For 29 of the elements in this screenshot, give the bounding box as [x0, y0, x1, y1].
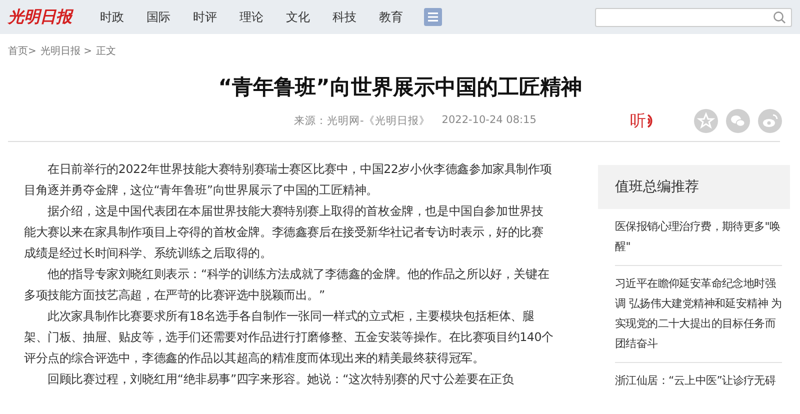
- news-link[interactable]: 浙江仙居：“云上中医”让诊疗无碍: [615, 363, 782, 399]
- breadcrumb-link[interactable]: 光明日报 >: [40, 44, 92, 58]
- article-title: “青年鲁班”向世界展示中国的工匠精神: [217, 74, 583, 101]
- article-paragraph: 在日前举行的2022年世界技能大赛特别赛瑞士赛区比赛中，中国22岁小伙李德鑫参加家具制作项目角逐并勇夺金牌，这位“青年鲁班”向世界展示了中国的工匠精神。: [24, 161, 553, 199]
- nav-link[interactable]: 理论: [240, 8, 286, 26]
- nav-link[interactable]: 教育: [379, 8, 426, 26]
- breadcrumb-link[interactable]: 正文: [96, 44, 116, 58]
- nav-link[interactable]: 时评: [193, 8, 240, 26]
- article-paragraph: 据介绍，这是中国代表团在本届世界技能大赛特别赛上取得的首枚金牌，也是中国自参加世界技能大赛以来在家具制作项目上夺得的首枚金牌。李德鑫赛后在接受新华社记者专访时表示，好的比赛成绩是经过长时间科学、系统训练之后取得的。: [24, 203, 544, 262]
- news-link[interactable]: 医保报销心理治疗费，期待更多"唤醒": [615, 209, 782, 266]
- chat-icon[interactable]: [726, 109, 750, 133]
- nav-link[interactable]: 文化: [286, 8, 332, 26]
- sidebar-header: 值班总编推荐: [598, 165, 790, 209]
- search-icon[interactable]: [773, 10, 786, 24]
- nav-link[interactable]: 科技: [332, 8, 379, 26]
- nav-link[interactable]: 国际: [146, 8, 193, 26]
- nav-link[interactable]: 时政: [100, 8, 146, 26]
- news-link[interactable]: 习近平在瞻仰延安革命纪念地时强调 弘扬伟大建党精神和延安精神 为实现党的二十大提出的目标任务而团结奋斗: [615, 266, 782, 363]
- site-logo[interactable]: 光明日报: [8, 6, 100, 28]
- search-field[interactable]: [595, 8, 792, 26]
- article-date: 2022-10-24 08:15: [442, 114, 536, 128]
- listen-button[interactable]: 听: [630, 110, 658, 132]
- article-paragraph: 他的指导专家刘晓红则表示：“科学的训练方法成就了李德鑫的金牌。他的作品之所以好，关键在多项技能方面技艺高超，在严苛的比赛评选中脱颖而出。”: [24, 266, 550, 304]
- breadcrumb-link[interactable]: 首页>: [8, 44, 36, 58]
- eye-icon[interactable]: [758, 109, 782, 133]
- article-source: 来源：光明网-《光明日报》: [294, 114, 430, 128]
- menu-icon[interactable]: [424, 8, 442, 26]
- article-paragraph: 此次家具制作比赛要求所有18名选手各自制作一张同一样式的立式柜，主要模块包括柜体、腿架、门板、抽屉、贴皮等，选手们还需要对作品进行打磨修整、五金安装等操作。在比赛项目约140个评分点的综合评选中，李德鑫的作品以其超高的精准度而体现出来的精美最终获得冠军。: [24, 308, 554, 367]
- article-paragraph: 回顾比赛过程，刘晓红用“绝非易事”四字来形容。她说：“这次特别赛的尺寸公差要在正负: [46, 371, 515, 388]
